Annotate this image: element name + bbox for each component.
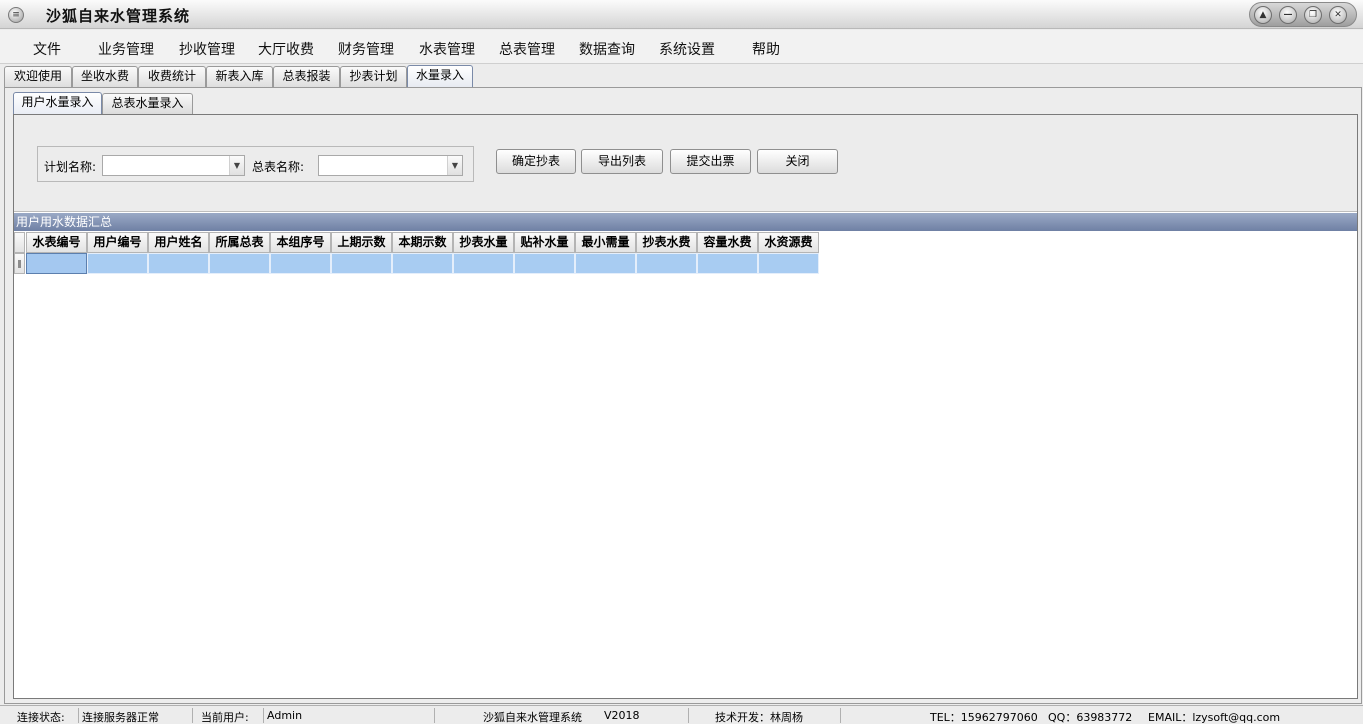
col-capacity-fee[interactable]: 容量水费 xyxy=(697,232,758,253)
table-cell[interactable] xyxy=(87,253,148,274)
menu-bar: 文件 业务管理 抄收管理 大厅收费 财务管理 水表管理 总表管理 数据查询 系统… xyxy=(0,30,1363,64)
master-name-label: 总表名称: xyxy=(252,160,305,174)
menu-file[interactable]: 文件 xyxy=(33,39,61,59)
divider xyxy=(192,708,193,723)
close-button[interactable]: 关闭 xyxy=(757,149,838,174)
tab-reading-plan[interactable]: 抄表计划 xyxy=(340,66,407,87)
table-cell[interactable] xyxy=(26,253,87,274)
table-cell[interactable] xyxy=(453,253,514,274)
window-title: 沙狐自来水管理系统 xyxy=(46,7,191,25)
app-name: 沙狐自来水管理系统 xyxy=(483,711,582,724)
developer: 技术开发：林周杨 xyxy=(715,711,803,724)
row-pointer-icon xyxy=(18,260,21,268)
table-cell[interactable] xyxy=(636,253,697,274)
divider xyxy=(78,708,79,723)
col-subsidy-usage[interactable]: 贴补水量 xyxy=(514,232,575,253)
master-name-select[interactable]: ▼ xyxy=(318,155,463,176)
section-title: 用户用水数据汇总 xyxy=(14,213,1357,231)
menu-master-meter[interactable]: 总表管理 xyxy=(499,39,555,59)
col-resource-fee[interactable]: 水资源费 xyxy=(758,232,819,253)
main-tab-strip: 欢迎使用 坐收水费 收费统计 新表入库 总表报装 抄表计划 水量录入 xyxy=(0,65,1363,87)
current-user-label: 当前用户: xyxy=(201,711,249,724)
tab-new-meter[interactable]: 新表入库 xyxy=(206,66,273,87)
tab-welcome[interactable]: 欢迎使用 xyxy=(4,66,72,87)
plan-name-label: 计划名称: xyxy=(44,160,97,174)
menu-business[interactable]: 业务管理 xyxy=(98,39,154,59)
plan-name-select[interactable]: ▼ xyxy=(102,155,245,176)
tab-master-usage-entry[interactable]: 总表水量录入 xyxy=(102,93,193,114)
menu-data-query[interactable]: 数据查询 xyxy=(579,39,635,59)
grid-corner[interactable] xyxy=(14,232,25,253)
close-icon[interactable]: ✕ xyxy=(1329,6,1347,24)
table-cell[interactable] xyxy=(270,253,331,274)
menu-finance[interactable]: 财务管理 xyxy=(338,39,394,59)
table-cell[interactable] xyxy=(331,253,392,274)
rollup-icon[interactable]: ▲ xyxy=(1254,6,1272,24)
menu-help[interactable]: 帮助 xyxy=(752,39,780,59)
connection-label: 连接状态: xyxy=(17,711,65,724)
col-group-seq[interactable]: 本组序号 xyxy=(270,232,331,253)
table-cell[interactable] xyxy=(575,253,636,274)
col-min-demand[interactable]: 最小需量 xyxy=(575,232,636,253)
table-cell[interactable] xyxy=(392,253,453,274)
table-cell[interactable] xyxy=(697,253,758,274)
title-bar: ≡ 沙狐自来水管理系统 ▲ — ❐ ✕ xyxy=(0,0,1363,29)
table-cell[interactable] xyxy=(209,253,270,274)
window-controls: ▲ — ❐ ✕ xyxy=(1249,2,1357,27)
chevron-down-icon[interactable]: ▼ xyxy=(229,156,244,175)
menu-hall-charge[interactable]: 大厅收费 xyxy=(258,39,314,59)
current-user: Admin xyxy=(267,709,303,722)
main-panel: 用户水量录入 总表水量录入 计划名称: ▼ 总表名称: ▼ 确定抄表 导出列表 … xyxy=(4,87,1362,704)
menu-meter[interactable]: 水表管理 xyxy=(419,39,475,59)
filter-area: 计划名称: ▼ 总表名称: ▼ 确定抄表 导出列表 提交出票 关闭 xyxy=(14,115,1357,212)
col-meter-no[interactable]: 水表编号 xyxy=(26,232,87,253)
table-cell[interactable] xyxy=(758,253,819,274)
tab-collect-fee[interactable]: 坐收水费 xyxy=(72,66,138,87)
col-read-usage[interactable]: 抄表水量 xyxy=(453,232,514,253)
tab-usage-entry[interactable]: 水量录入 xyxy=(407,65,473,87)
divider xyxy=(840,708,841,723)
menu-settings[interactable]: 系统设置 xyxy=(659,39,715,59)
table-cell[interactable] xyxy=(514,253,575,274)
email: EMAIL：lzysoft@qq.com xyxy=(1148,711,1281,724)
tab-user-usage-entry[interactable]: 用户水量录入 xyxy=(13,92,102,115)
divider xyxy=(688,708,689,723)
row-header[interactable] xyxy=(14,253,25,274)
connection-status: 连接服务器正常 xyxy=(82,711,159,724)
tab-fee-stats[interactable]: 收费统计 xyxy=(138,66,206,87)
col-user-no[interactable]: 用户编号 xyxy=(87,232,148,253)
app-menu-icon[interactable]: ≡ xyxy=(8,7,24,23)
col-user-name[interactable]: 用户姓名 xyxy=(148,232,209,253)
table-cell[interactable] xyxy=(148,253,209,274)
chevron-down-icon[interactable]: ▼ xyxy=(447,156,462,175)
minimize-icon[interactable]: — xyxy=(1279,6,1297,24)
filter-group: 计划名称: ▼ 总表名称: ▼ xyxy=(37,146,474,182)
export-list-button[interactable]: 导出列表 xyxy=(581,149,663,174)
col-curr-reading[interactable]: 本期示数 xyxy=(392,232,453,253)
col-master[interactable]: 所属总表 xyxy=(209,232,270,253)
divider xyxy=(263,708,264,723)
restore-icon[interactable]: ❐ xyxy=(1304,6,1322,24)
status-bar: 连接状态: 连接服务器正常 当前用户: Admin 沙狐自来水管理系统 V201… xyxy=(0,705,1363,724)
confirm-reading-button[interactable]: 确定抄表 xyxy=(496,149,576,174)
divider xyxy=(434,708,435,723)
submit-invoice-button[interactable]: 提交出票 xyxy=(670,149,751,174)
menu-meter-reading[interactable]: 抄收管理 xyxy=(179,39,235,59)
tab-master-install[interactable]: 总表报装 xyxy=(273,66,340,87)
tel: TEL：15962797060 xyxy=(930,711,1038,724)
qq: QQ：63983772 xyxy=(1048,711,1133,724)
col-read-fee[interactable]: 抄表水费 xyxy=(636,232,697,253)
sub-panel: 计划名称: ▼ 总表名称: ▼ 确定抄表 导出列表 提交出票 关闭 用户用水数据… xyxy=(13,114,1358,699)
col-prev-reading[interactable]: 上期示数 xyxy=(331,232,392,253)
version: V2018 xyxy=(604,709,640,722)
